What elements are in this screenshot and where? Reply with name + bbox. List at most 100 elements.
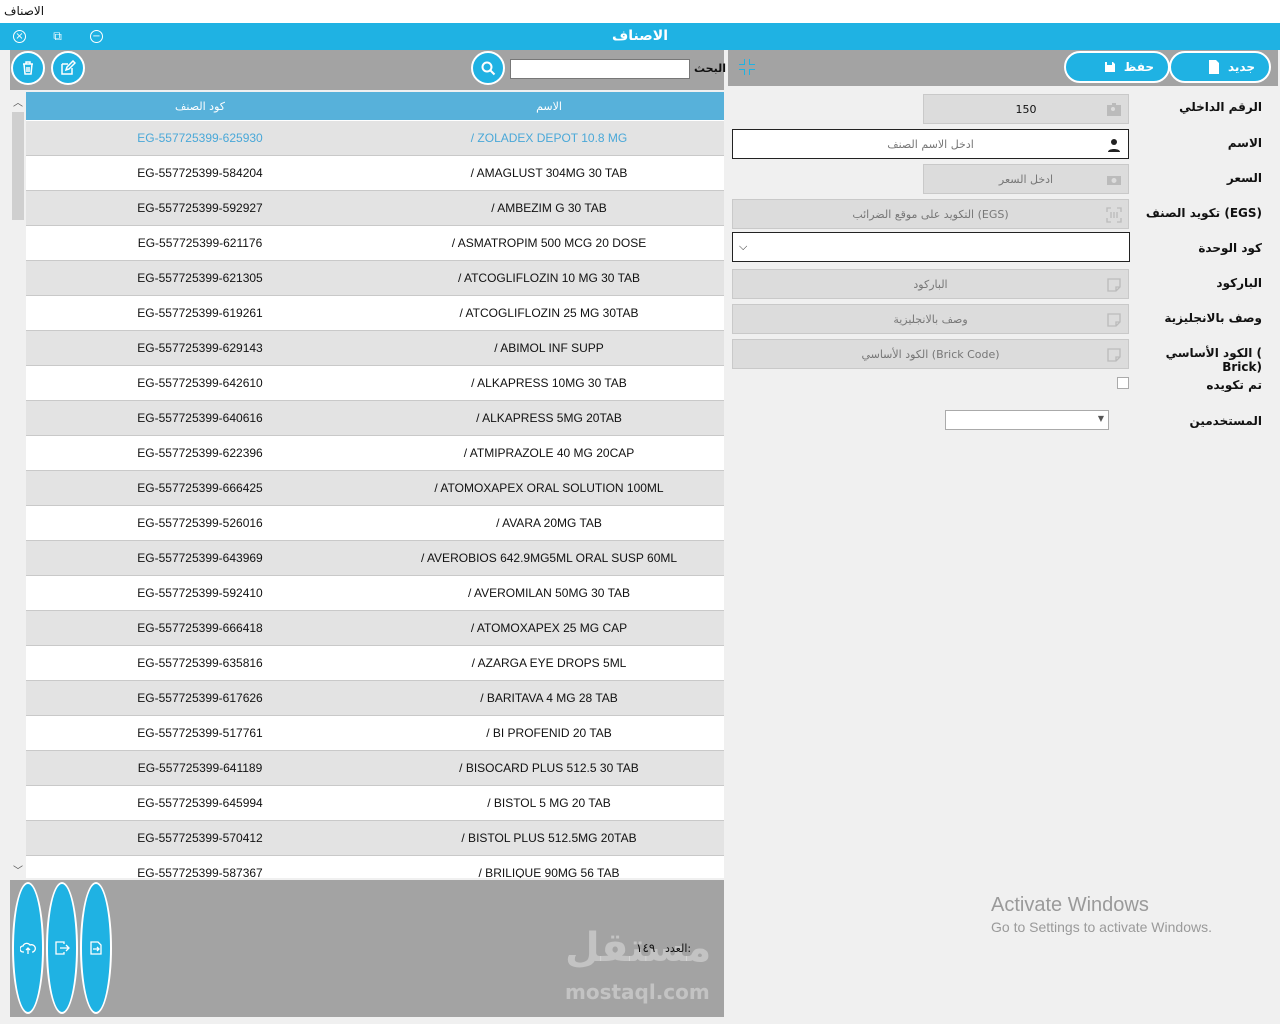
cell-code: EG-557725399-642610	[137, 376, 263, 390]
table-row[interactable]: EG-557725399-621176 / ASMATROPIM 500 MCG …	[26, 226, 724, 261]
table-row[interactable]: EG-557725399-570412 / BISTOL PLUS 512.5MG…	[26, 821, 724, 856]
activate-subtitle: Go to Settings to activate Windows.	[991, 919, 1212, 935]
coded-checkbox[interactable]	[1117, 377, 1129, 389]
chevron-down-icon: ⌵	[739, 240, 748, 253]
activate-title: Activate Windows	[991, 894, 1149, 916]
table-body: EG-557725399-625930 / ZOLADEX DEPOT 10.8 …	[26, 121, 724, 878]
count-value: ١٤٩	[636, 941, 656, 955]
user-icon	[1108, 139, 1120, 152]
cell-code: EG-557725399-592927	[137, 201, 263, 215]
cell-name: / ATCOGLIFLOZIN 25 MG 30TAB	[459, 306, 639, 320]
brick-code-label: الكود الأساسي ( Brick)	[1165, 346, 1262, 374]
table-row[interactable]: EG-557725399-517761 / BI PROFENID 20 TAB	[26, 716, 724, 751]
table-row[interactable]: EG-557725399-635816 / AZARGA EYE DROPS 5M…	[26, 646, 724, 681]
cell-name: / ABIMOL INF SUPP	[494, 341, 604, 355]
cell-code: EG-557725399-617626	[137, 691, 263, 705]
egs-code-field[interactable]: التكويد على موقع الضرائب (EGS)	[732, 199, 1129, 229]
english-desc-field[interactable]: وصف بالانجليزية	[732, 304, 1129, 334]
table-scrollbar[interactable]: ︿ ﹀	[10, 92, 26, 878]
save-button[interactable]: حفظ	[1064, 51, 1170, 83]
name-label: الاسم	[1227, 136, 1262, 150]
upload-button[interactable]	[12, 882, 44, 1014]
activate-windows-notice: Activate Windows Go to Settings to activ…	[991, 894, 1212, 935]
english-desc-label: وصف بالانجليزية	[1164, 311, 1262, 325]
scroll-up-icon[interactable]: ︿	[10, 94, 26, 109]
internal-no-value: 150	[1015, 102, 1037, 116]
egs-code-label: تكويد الصنف (EGS)	[1145, 206, 1262, 220]
brick-code-field[interactable]: الكود الأساسي (Brick Code)	[732, 339, 1129, 369]
window-title: الاصناف	[0, 0, 1280, 23]
search-button[interactable]	[471, 51, 505, 85]
cell-name: / ASMATROPIM 500 MCG 20 DOSE	[451, 236, 647, 250]
cell-code: EG-557725399-621176	[137, 236, 263, 250]
cell-code: EG-557725399-526016	[137, 516, 263, 530]
unit-code-label: كود الوحدة	[1198, 241, 1262, 255]
table-row[interactable]: EG-557725399-526016 / AVARA 20MG TAB	[26, 506, 724, 541]
cell-name: / AMBEZIM G 30 TAB	[491, 201, 607, 215]
new-document-icon	[1208, 60, 1219, 74]
cell-code: EG-557725399-635816	[137, 656, 263, 670]
table-row[interactable]: EG-557725399-640616 / ALKAPRESS 5MG 20TAB	[26, 401, 724, 436]
id-card-icon	[1107, 103, 1121, 116]
unit-code-dropdown[interactable]: ⌵	[732, 232, 1130, 262]
cell-code: EG-557725399-517761	[137, 726, 263, 740]
app-title: الاصناف	[612, 28, 668, 44]
cash-icon	[1107, 176, 1121, 185]
barcode-placeholder: الباركود	[913, 277, 948, 291]
cell-name: / AZARGA EYE DROPS 5ML	[471, 656, 627, 670]
delete-button[interactable]	[11, 51, 45, 85]
search-icon	[481, 61, 496, 76]
cell-name: / BISTOL 5 MG 20 TAB	[487, 796, 611, 810]
new-button[interactable]: جديد	[1169, 51, 1271, 83]
table-row[interactable]: EG-557725399-629143 / ABIMOL INF SUPP	[26, 331, 724, 366]
table-row[interactable]: EG-557725399-617626 / BARITAVA 4 MG 28 TA…	[26, 681, 724, 716]
app-title-bar: × ⧉ − الاصناف	[0, 23, 1280, 50]
table-row[interactable]: EG-557725399-622396 / ATMIPRAZOLE 40 MG 2…	[26, 436, 724, 471]
scan-icon	[1106, 207, 1122, 223]
cell-code: EG-557725399-570412	[137, 831, 263, 845]
export-button[interactable]	[46, 882, 78, 1014]
table-row[interactable]: EG-557725399-643969 / AVEROBIOS 642.9MG5M…	[26, 541, 724, 576]
cell-code: EG-557725399-643969	[137, 551, 263, 565]
column-header-name[interactable]: الاسم	[374, 92, 724, 120]
table-row[interactable]: EG-557725399-587367 / BRILIQUE 90MG 56 TA…	[26, 856, 724, 878]
cell-name: / AVEROMILAN 50MG 30 TAB	[467, 586, 631, 600]
cell-code: EG-557725399-629143	[137, 341, 263, 355]
table-row[interactable]: EG-557725399-584204 / AMAGLUST 304MG 30 T…	[26, 156, 724, 191]
import-icon	[90, 941, 102, 955]
search-input[interactable]	[510, 59, 690, 79]
barcode-field[interactable]: الباركود	[732, 269, 1129, 299]
table-row[interactable]: EG-557725399-592410 / AVEROMILAN 50MG 30 …	[26, 576, 724, 611]
name-field[interactable]: ادخل الاسم الصنف	[732, 129, 1129, 159]
table-row[interactable]: EG-557725399-621305 / ATCOGLIFLOZIN 10 MG…	[26, 261, 724, 296]
form-toolbar: حفظ جديد	[728, 50, 1278, 86]
scroll-thumb[interactable]	[12, 112, 24, 220]
import-button[interactable]	[80, 882, 112, 1014]
cell-name: / AMAGLUST 304MG 30 TAB	[470, 166, 628, 180]
note-icon	[1107, 348, 1121, 362]
scroll-down-icon[interactable]: ﹀	[10, 862, 26, 877]
cell-code: EG-557725399-622396	[137, 446, 263, 460]
table-row[interactable]: EG-557725399-619261 / ATCOGLIFLOZIN 25 MG…	[26, 296, 724, 331]
table-row[interactable]: EG-557725399-666425 / ATOMOXAPEX ORAL SOL…	[26, 471, 724, 506]
table-row[interactable]: EG-557725399-666418 / ATOMOXAPEX 25 MG CA…	[26, 611, 724, 646]
table-row[interactable]: EG-557725399-641189 / BISOCARD PLUS 512.5…	[26, 751, 724, 786]
cell-code: EG-557725399-592410	[137, 586, 263, 600]
count-label: العدد:	[665, 942, 692, 955]
cell-name: / AVEROBIOS 642.9MG5ML ORAL SUSP 60ML	[420, 551, 678, 565]
price-placeholder: ادخل السعر	[998, 172, 1054, 186]
table-row[interactable]: EG-557725399-625930 / ZOLADEX DEPOT 10.8 …	[26, 121, 724, 156]
table-row[interactable]: EG-557725399-645994 / BISTOL 5 MG 20 TAB	[26, 786, 724, 821]
table-row[interactable]: EG-557725399-592927 / AMBEZIM G 30 TAB	[26, 191, 724, 226]
footer-panel: مستقل mostaql.com ١٤٩ العدد:	[10, 880, 724, 1017]
users-dropdown[interactable]: ▼	[945, 410, 1109, 430]
edit-button[interactable]	[51, 51, 85, 85]
column-header-code[interactable]: كود الصنف	[26, 92, 374, 120]
cell-name: / ATOMOXAPEX ORAL SOLUTION 100ML	[434, 481, 664, 495]
coded-label: تم تكويده	[1206, 378, 1262, 392]
cell-code: EG-557725399-641189	[137, 761, 263, 775]
collapse-icon[interactable]	[736, 56, 758, 78]
table-row[interactable]: EG-557725399-642610 / ALKAPRESS 10MG 30 T…	[26, 366, 724, 401]
cell-code: EG-557725399-666425	[137, 481, 263, 495]
price-field[interactable]: ادخل السعر	[923, 164, 1129, 194]
